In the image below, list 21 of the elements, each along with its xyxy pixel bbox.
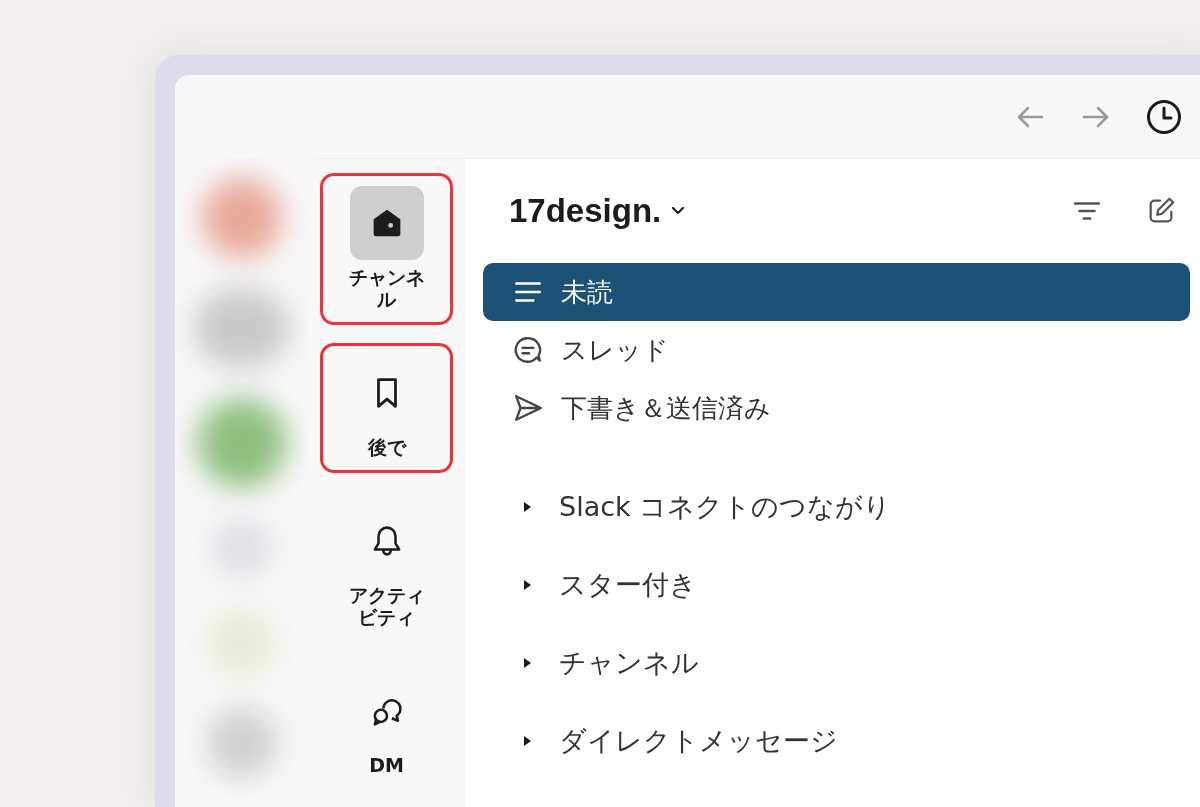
- sidebar-item[interactable]: 未読: [483, 263, 1190, 321]
- send-icon: [513, 393, 543, 423]
- nav-label: チャンネル: [347, 266, 426, 310]
- nav-label: アクティビティ: [347, 584, 426, 628]
- sidebar-item[interactable]: 下書き＆送信済み: [483, 379, 1190, 437]
- blurred-workspace-icon: [196, 398, 287, 488]
- section-header[interactable]: ダイレクトメッセージ: [483, 717, 1190, 765]
- clock-icon[interactable]: [1146, 98, 1182, 135]
- highlighted-nav-item[interactable]: チャンネル: [320, 173, 453, 325]
- nav-label: DM: [368, 754, 405, 776]
- section-header[interactable]: スター付き: [483, 561, 1190, 609]
- section-header[interactable]: チャンネル: [483, 639, 1190, 687]
- nav-label: 後で: [366, 436, 408, 458]
- section-header[interactable]: Slack コネクトのつながり: [483, 483, 1190, 531]
- blurred-workspace-icon: [201, 178, 282, 258]
- thread-icon: [513, 335, 543, 365]
- sidebar-item[interactable]: スレッド: [483, 321, 1190, 379]
- nav-item[interactable]: DM: [320, 661, 453, 791]
- highlighted-nav-item[interactable]: 後で: [320, 343, 453, 473]
- nav-item[interactable]: アクティビティ: [320, 491, 453, 643]
- caret-icon: [671, 206, 686, 216]
